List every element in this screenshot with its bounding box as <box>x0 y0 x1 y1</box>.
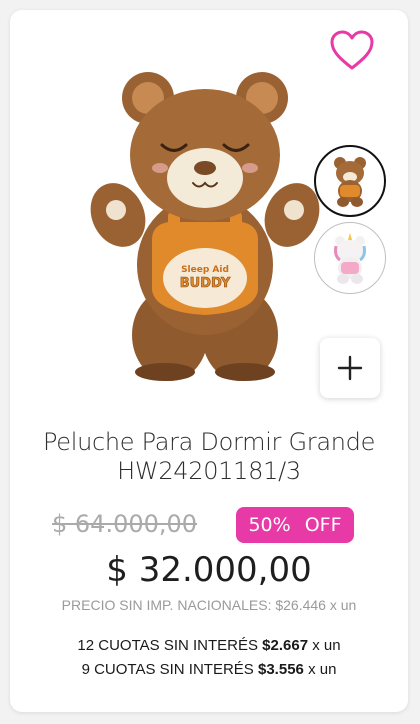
product-card: Sleep Aid BUDDY Peluche Para Dormir Gran… <box>10 10 408 712</box>
heart-outline-icon <box>330 30 374 70</box>
plush-label-bottom: BUDDY <box>180 276 231 291</box>
product-title: Peluche Para Dormir Grande HW24201181/3 <box>10 428 408 486</box>
discount-label: OFF <box>304 514 342 536</box>
unicorn-thumbnail-image <box>334 233 366 284</box>
installment-prefix: 9 CUOTAS SIN INTERÉS <box>81 661 254 678</box>
installment-line: 9 CUOTAS SIN INTERÉS $3.556 x un <box>10 661 408 678</box>
tax-note: PRECIO SIN IMP. NACIONALES: $26.446 x un <box>61 597 357 613</box>
add-to-cart-button[interactable] <box>320 338 380 398</box>
thumbnail-bear[interactable] <box>314 145 386 217</box>
favorite-button[interactable] <box>328 26 376 74</box>
product-title-line2: HW24201181/3 <box>117 457 301 485</box>
plus-icon <box>337 355 363 381</box>
thumbnail-unicorn[interactable] <box>314 222 386 294</box>
discount-percent: 50% <box>248 514 291 536</box>
plush-label-top: Sleep Aid <box>181 265 229 275</box>
original-price: $ 64.000,00 <box>52 510 198 538</box>
discount-badge: 50% OFF <box>236 507 354 543</box>
current-price: $ 32.000,00 <box>106 550 312 590</box>
installment-line: 12 CUOTAS SIN INTERÉS $2.667 x un <box>10 637 408 654</box>
installment-amount: $3.556 <box>258 661 304 678</box>
installment-suffix: x un <box>308 661 337 678</box>
installment-amount: $2.667 <box>262 637 309 654</box>
installment-suffix: x un <box>312 637 341 654</box>
product-title-line1: Peluche Para Dormir Grande <box>42 428 376 456</box>
product-image[interactable]: Sleep Aid BUDDY <box>90 50 320 385</box>
bear-thumbnail-image <box>334 157 366 207</box>
installment-prefix: 12 CUOTAS SIN INTERÉS <box>77 637 258 654</box>
